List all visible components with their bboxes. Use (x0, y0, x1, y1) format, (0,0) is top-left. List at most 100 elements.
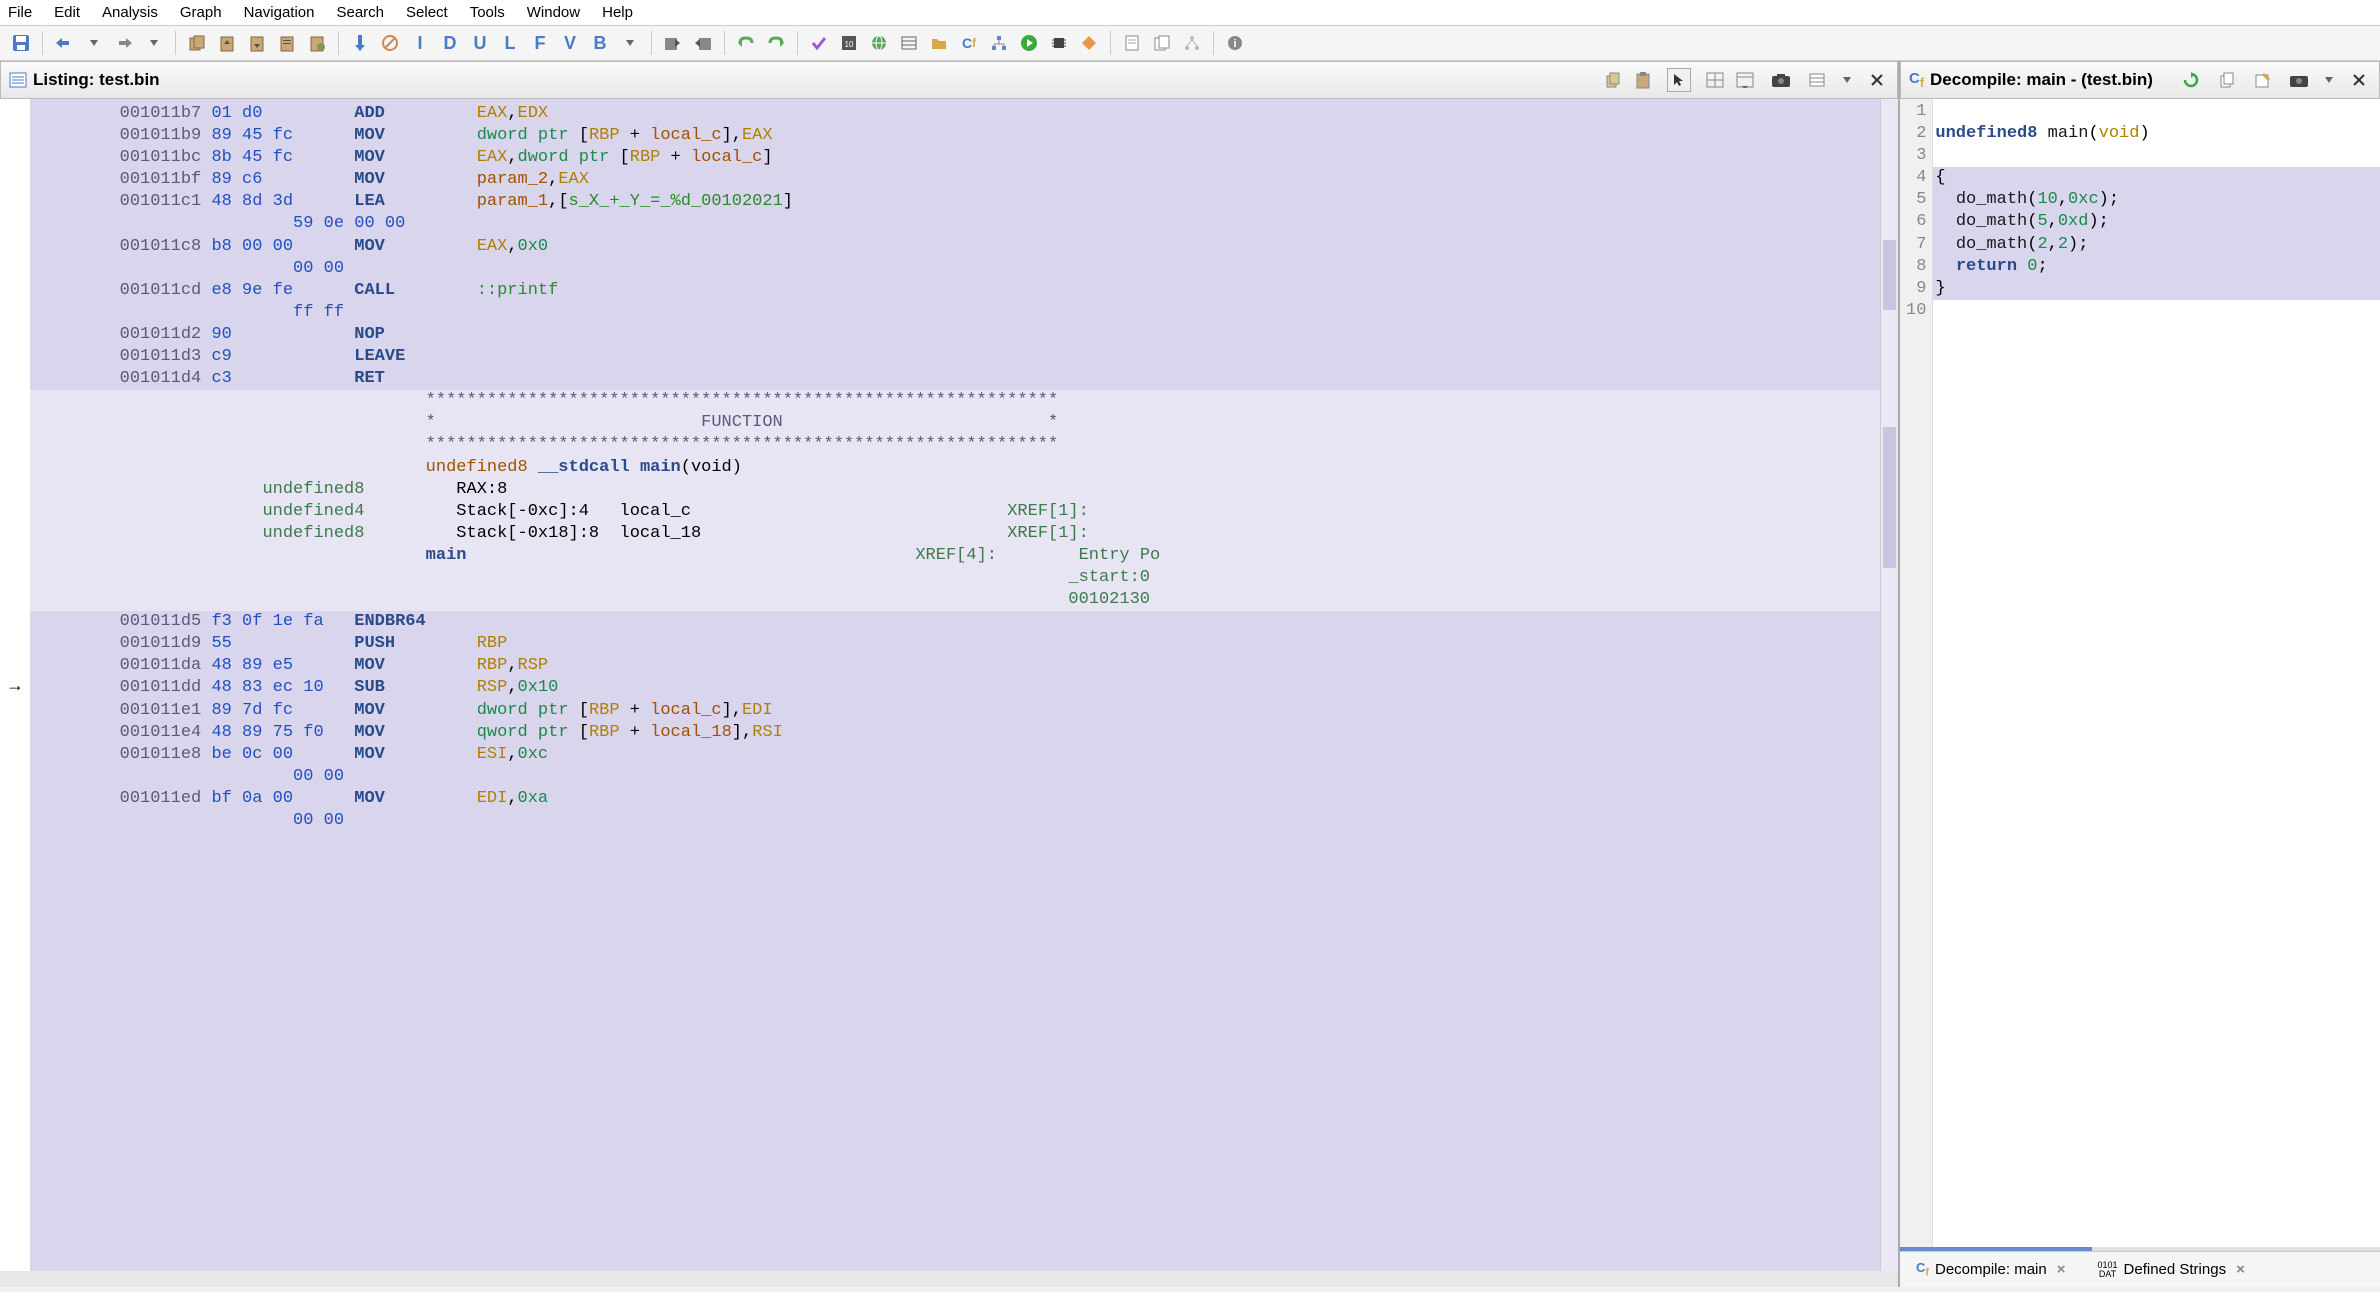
type-b-button[interactable]: B (587, 30, 613, 56)
fields-button[interactable] (1805, 68, 1829, 92)
code-line[interactable] (1933, 145, 2380, 167)
patch-in-button[interactable] (660, 30, 686, 56)
tab-defined-strings[interactable]: 0101DAT Defined Strings × (2089, 1256, 2252, 1283)
func-xref[interactable]: 00102130 (30, 589, 1880, 611)
cursor-button[interactable] (1667, 68, 1691, 92)
overview-ruler[interactable] (1880, 99, 1898, 1271)
code-line[interactable] (1933, 101, 2380, 123)
play-button[interactable] (1016, 30, 1042, 56)
chip-button[interactable] (1046, 30, 1072, 56)
func-signature[interactable]: undefined8 __stdcall main(void) (30, 457, 1880, 479)
type-f-button[interactable]: F (527, 30, 553, 56)
code-line[interactable]: return 0; (1933, 256, 2380, 278)
func-var[interactable]: undefined4 Stack[-0xc]:4 local_c XREF[1]… (30, 501, 1880, 523)
fields-dropdown[interactable] (1835, 68, 1859, 92)
type-d-button[interactable]: D (437, 30, 463, 56)
code-line[interactable]: do_math(2,2); (1933, 234, 2380, 256)
disassembly-line[interactable]: 001011c1 48 8d 3d LEA param_1,[s_X_+_Y_=… (30, 191, 1880, 213)
disassembly-line[interactable]: 001011e8 be 0c 00 MOV ESI,0xc (30, 744, 1880, 766)
nav-down-button[interactable] (244, 30, 270, 56)
type-v-button[interactable]: V (557, 30, 583, 56)
menu-tools[interactable]: Tools (470, 4, 505, 21)
table-button[interactable] (896, 30, 922, 56)
doc-gear-button[interactable] (304, 30, 330, 56)
tab-decompile[interactable]: Cf Decompile: main × (1908, 1256, 2073, 1283)
export-button[interactable] (2215, 68, 2239, 92)
disassembly-line[interactable]: 001011d3 c9 LEAVE (30, 346, 1880, 368)
disassembly-line[interactable]: 001011b9 89 45 fc MOV dword ptr [RBP + l… (30, 125, 1880, 147)
layout-dropdown[interactable] (1733, 68, 1757, 92)
menu-navigation[interactable]: Navigation (244, 4, 315, 21)
disassembly-line[interactable]: 001011da 48 89 e5 MOV RBP,RSP (30, 655, 1880, 677)
edit-button[interactable] (2251, 68, 2275, 92)
folder-button[interactable] (926, 30, 952, 56)
menu-help[interactable]: Help (602, 4, 633, 21)
func-xref[interactable]: _start:0 (30, 567, 1880, 589)
code-line[interactable]: undefined8 main(void) (1933, 123, 2380, 145)
refresh-button[interactable] (2179, 68, 2203, 92)
menu-window[interactable]: Window (527, 4, 580, 21)
code-line[interactable]: { (1933, 167, 2380, 189)
close-icon[interactable]: × (2236, 1261, 2245, 1278)
doc-nav-button[interactable] (274, 30, 300, 56)
disassembly-line[interactable]: 001011d9 55 PUSH RBP (30, 633, 1880, 655)
check-button[interactable] (806, 30, 832, 56)
decomp-close-button[interactable] (2347, 68, 2371, 92)
forward-button[interactable] (111, 30, 137, 56)
func-label[interactable]: main XREF[4]: Entry Po (30, 545, 1880, 567)
redo-button[interactable] (763, 30, 789, 56)
listing-body[interactable]: 001011b7 01 d0 ADD EAX,EDX 001011b9 89 4… (30, 99, 1880, 1271)
decomp-snapshot-button[interactable] (2287, 68, 2311, 92)
menu-file[interactable]: File (8, 4, 32, 21)
nav-up-button[interactable] (214, 30, 240, 56)
disassembly-line[interactable]: 59 0e 00 00 (30, 213, 1880, 235)
copy-button[interactable] (1601, 68, 1625, 92)
listing-h-scrollbar[interactable] (0, 1271, 1898, 1287)
menu-search[interactable]: Search (336, 4, 384, 21)
save-button[interactable] (8, 30, 34, 56)
menu-edit[interactable]: Edit (54, 4, 80, 21)
disassembly-line[interactable]: 001011c8 b8 00 00 MOV EAX,0x0 (30, 236, 1880, 258)
disassembly-line[interactable]: 001011bc 8b 45 fc MOV EAX,dword ptr [RBP… (30, 147, 1880, 169)
disassembly-line[interactable]: 001011d4 c3 RET (30, 368, 1880, 390)
doc2-button[interactable] (1149, 30, 1175, 56)
disassembly-line[interactable]: 00 00 (30, 258, 1880, 280)
func-var[interactable]: undefined8 Stack[-0x18]:8 local_18 XREF[… (30, 523, 1880, 545)
doc1-button[interactable] (1119, 30, 1145, 56)
info-button[interactable]: i (1222, 30, 1248, 56)
globe-button[interactable] (866, 30, 892, 56)
hierarchy-button[interactable] (1179, 30, 1205, 56)
menu-analysis[interactable]: Analysis (102, 4, 158, 21)
disassembly-line[interactable]: 001011e1 89 7d fc MOV dword ptr [RBP + l… (30, 700, 1880, 722)
layout-button[interactable] (1703, 68, 1727, 92)
back-button[interactable] (51, 30, 77, 56)
disassembly-line[interactable]: 001011ed bf 0a 00 MOV EDI,0xa (30, 788, 1880, 810)
goto-down-button[interactable] (347, 30, 373, 56)
forward-dropdown[interactable] (141, 30, 167, 56)
disassembly-line[interactable]: 001011e4 48 89 75 f0 MOV qword ptr [RBP … (30, 722, 1880, 744)
tree-button[interactable] (986, 30, 1012, 56)
disassembly-line[interactable]: 00 00 (30, 810, 1880, 832)
close-panel-button[interactable] (1865, 68, 1889, 92)
disassembly-line[interactable]: 001011cd e8 9e fe CALL ::printf (30, 280, 1880, 302)
diamond-button[interactable] (1076, 30, 1102, 56)
menu-select[interactable]: Select (406, 4, 448, 21)
decompile-body[interactable]: 12345678910 undefined8 main(void) { do_m… (1900, 99, 2380, 1247)
patch-out-button[interactable] (690, 30, 716, 56)
code-line[interactable] (1933, 300, 2380, 322)
type-l-button[interactable]: L (497, 30, 523, 56)
close-icon[interactable]: × (2057, 1261, 2066, 1278)
disassembly-line[interactable]: ff ff (30, 302, 1880, 324)
code-line[interactable]: } (1933, 278, 2380, 300)
type-dropdown[interactable] (617, 30, 643, 56)
disassembly-line[interactable]: 00 00 (30, 766, 1880, 788)
type-i-button[interactable]: I (407, 30, 433, 56)
disassembly-line[interactable]: 001011b7 01 d0 ADD EAX,EDX (30, 103, 1880, 125)
undo-button[interactable] (733, 30, 759, 56)
back-dropdown[interactable] (81, 30, 107, 56)
cf-button[interactable]: Cf (956, 30, 982, 56)
paste-button[interactable] (1631, 68, 1655, 92)
snapshot-button[interactable] (1769, 68, 1793, 92)
menu-graph[interactable]: Graph (180, 4, 222, 21)
disassembly-line[interactable]: 001011d5 f3 0f 1e fa ENDBR64 (30, 611, 1880, 633)
